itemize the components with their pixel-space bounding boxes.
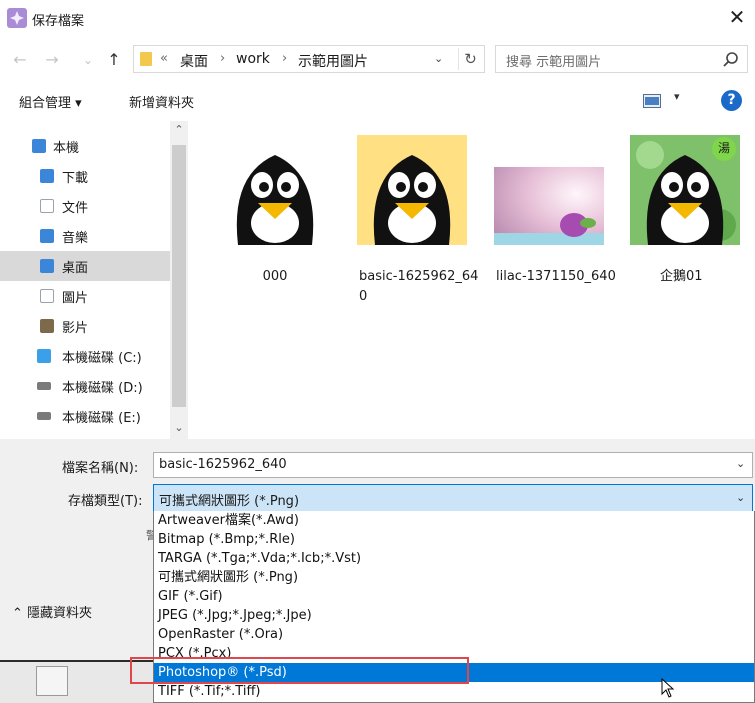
mouse-cursor-icon [661,678,675,698]
view-options-dropdown[interactable]: ▾ [674,90,680,103]
windows-drive-icon [37,349,51,363]
file-name: 000 [262,269,288,284]
drive-icon [37,412,51,420]
file-thumbnail [220,135,330,245]
filename-value[interactable]: basic-1625962_640 [159,457,287,472]
filetype-value[interactable]: 可攜式網狀圖形 (*.Png) [159,490,299,509]
music-icon [40,229,54,243]
desktop-icon [40,259,54,273]
breadcrumb-work[interactable]: work [236,51,270,67]
sidebar-item-label: 本機磁碟 (D:) [62,381,143,396]
penguin-image [357,135,467,245]
sidebar-item-label: 音樂 [62,231,89,246]
breadcrumb-separator[interactable]: › [282,51,287,66]
up-button[interactable]: ↑ [102,48,126,72]
navigation-pane: 本機 下載 文件 音樂 桌面 圖片 影片 本機磁碟 (C:) 本機磁碟 (D:)… [0,121,188,439]
folder-icon [140,52,152,66]
chevron-down-icon[interactable]: ⌄ [736,491,745,504]
annotation-highlight-box [130,657,469,684]
breadcrumb-demo-images[interactable]: 示範用圖片 [298,51,368,71]
sidebar-item-label: 本機磁碟 (E:) [62,411,141,426]
lilac-image [494,167,604,245]
sidebar-item-music[interactable]: 音樂 [0,221,170,251]
filetype-option[interactable]: GIF (*.Gif) [154,587,754,606]
filetype-option[interactable]: Artweaver檔案(*.Awd) [154,511,754,530]
app-icon [7,8,27,28]
filetype-option[interactable]: TARGA (*.Tga;*.Vda;*.Icb;*.Vst) [154,549,754,568]
close-button[interactable]: ✕ [722,4,752,32]
file-thumbnail [494,167,604,245]
sidebar-item-drive-c[interactable]: 本機磁碟 (C:) [0,341,170,371]
chevron-down-icon[interactable]: ⌄ [736,457,745,470]
search-input[interactable]: 搜尋 示範用圖片 [506,51,601,70]
window-title: 保存檔案 [32,14,85,29]
view-options-icon[interactable] [643,94,661,108]
recent-locations-button[interactable]: ⌄ [76,48,100,72]
sidebar-item-label: 文件 [62,201,89,216]
sidebar-item-downloads[interactable]: 下載 [0,161,170,191]
new-folder-button[interactable]: 新增資料夾 [129,92,194,111]
scroll-down-button[interactable]: ⌄ [170,421,188,434]
filetype-option[interactable]: 可攜式網狀圖形 (*.Png) [154,568,754,587]
sidebar-item-label: 下載 [62,171,89,186]
address-bar[interactable]: « 桌面 › work › 示範用圖片 ⌄ ↻ [133,45,485,73]
filetype-label: 存檔類型(T): [68,494,143,509]
filetype-option[interactable]: OpenRaster (*.Ora) [154,625,754,644]
help-icon[interactable]: ? [721,90,742,111]
filename-label: 檔案名稱(N): [62,461,139,476]
sidebar-item-this-pc[interactable]: 本機 [0,131,170,161]
sidebar-item-label: 影片 [62,321,89,336]
organize-button[interactable]: 組合管理 ▾ [19,92,82,111]
scroll-thumb[interactable] [172,145,186,407]
filetype-select[interactable]: 可攜式網狀圖形 (*.Png) ⌄ [153,484,753,512]
command-toolbar: 組合管理 ▾ 新增資料夾 ▾ ? [0,84,755,118]
background-button [36,666,68,696]
sidebar-item-label: 本機磁碟 (C:) [62,351,142,366]
file-name: 企鵝01 [660,269,703,284]
file-thumbnail [357,135,467,245]
sidebar-scrollbar[interactable]: ⌃ ⌄ [170,121,188,439]
videos-icon [40,319,54,333]
penguin-image [220,135,330,245]
file-item[interactable]: 000 [220,135,350,305]
computer-icon [32,139,46,153]
sidebar-item-drive-e[interactable]: 本機磁碟 (E:) [0,401,170,431]
title-bar: 保存檔案 ✕ [0,0,755,36]
pictures-icon [40,289,54,303]
file-list: 000 basic-1625962_640 lilac-1371150_640 … [190,121,755,439]
search-box[interactable]: 搜尋 示範用圖片 [495,45,748,73]
forward-button[interactable]: → [40,48,64,72]
navigation-bar: ← → ⌄ ↑ « 桌面 › work › 示範用圖片 ⌄ ↻ 搜尋 示範用圖片 [0,40,755,80]
search-icon[interactable] [722,51,740,69]
breadcrumb-overflow[interactable]: « [160,51,168,66]
sidebar-item-documents[interactable]: 文件 [0,191,170,221]
file-item[interactable]: lilac-1371150_640 [494,135,624,305]
breadcrumb-separator[interactable]: › [220,51,225,66]
documents-icon [40,199,54,213]
sidebar-item-label: 本機 [53,141,80,156]
hide-folders-button[interactable]: ⌃ 隱藏資料夾 [12,602,92,621]
sidebar-item-drive-d[interactable]: 本機磁碟 (D:) [0,371,170,401]
download-folder-icon [40,169,54,183]
file-name: lilac-1371150_640 [496,269,616,284]
file-item[interactable]: 湯 企鵝01 [630,135,755,305]
file-name: basic-1625962_640 [359,269,479,304]
file-item[interactable]: basic-1625962_640 [357,135,487,305]
speech-badge: 湯 [718,141,731,155]
drive-icon [37,382,51,390]
address-dropdown-button[interactable]: ⌄ [434,52,443,65]
sidebar-item-videos[interactable]: 影片 [0,311,170,341]
scroll-up-button[interactable]: ⌃ [170,123,188,136]
sidebar-item-label: 桌面 [62,261,89,276]
filename-input[interactable]: basic-1625962_640 ⌄ [153,452,753,478]
sidebar-item-pictures[interactable]: 圖片 [0,281,170,311]
filetype-option[interactable]: JPEG (*.Jpg;*.Jpeg;*.Jpe) [154,606,754,625]
sidebar-item-desktop[interactable]: 桌面 [0,251,170,281]
back-button[interactable]: ← [8,48,32,72]
filetype-option[interactable]: Bitmap (*.Bmp;*.Rle) [154,530,754,549]
breadcrumb-desktop[interactable]: 桌面 [180,51,208,71]
refresh-button[interactable]: ↻ [458,48,482,70]
sidebar-item-label: 圖片 [62,291,89,306]
